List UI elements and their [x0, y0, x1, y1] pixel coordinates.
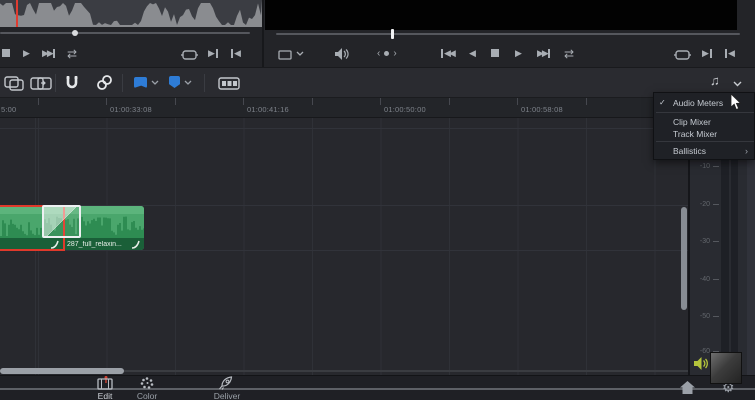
- meter-scale-label: -40: [699, 276, 710, 283]
- linked-selection-chain-icon[interactable]: [96, 74, 113, 91]
- next-clip-button[interactable]: ▶▶: [537, 49, 550, 58]
- stop-button[interactable]: [491, 49, 499, 57]
- replace-clip-icon[interactable]: [30, 76, 52, 91]
- go-to-end-button[interactable]: ▶: [702, 49, 712, 58]
- source-playhead[interactable]: [16, 0, 18, 27]
- go-to-start-button[interactable]: ◀: [725, 49, 735, 58]
- meter-scale-label: -60: [699, 348, 710, 355]
- meter-scale-label: -30: [699, 238, 710, 245]
- play-button[interactable]: ▶: [515, 49, 522, 58]
- timeline-ruler[interactable]: 5:00 01:00:33:08 01:00:41:16 01:00:50:00…: [0, 98, 755, 118]
- tab-edit-label: Edit: [97, 391, 113, 400]
- meters-chevron-down-icon[interactable]: [733, 81, 742, 87]
- meter-scale-label: -50: [699, 313, 710, 320]
- next-clip-button[interactable]: ▶▶: [42, 49, 55, 58]
- audio-fade-curve-icon: [50, 240, 59, 249]
- timecode-label: 01:00:41:16: [247, 105, 289, 114]
- timeline-viewer-playhead[interactable]: [391, 29, 394, 39]
- flag-button[interactable]: [134, 77, 147, 88]
- stop-button[interactable]: [2, 49, 10, 57]
- presenter-thumbnail: [710, 352, 742, 384]
- menu-item-ballistics[interactable]: Ballistics ›: [654, 144, 754, 157]
- source-viewer-panel: ▶ ▶▶ ⇄ ▶ ◀: [0, 0, 263, 67]
- go-to-end-button[interactable]: ▶: [208, 49, 218, 58]
- audio-meters-music-icon[interactable]: ♫: [710, 73, 720, 88]
- meter-scale-label: -20: [699, 201, 710, 208]
- source-scrubber-handle[interactable]: [72, 30, 78, 36]
- davinci-resolve-edit-page: ▶ ▶▶ ⇄ ▶ ◀ ‹ › ◀◀ ◀ ▶ ▶▶ ⇄ ▶ ◀ ♫ 5:00 01…: [0, 0, 755, 400]
- chevron-down-icon[interactable]: [296, 51, 304, 56]
- snapping-magnet-icon[interactable]: [64, 74, 80, 91]
- menu-item-track-mixer[interactable]: Track Mixer: [654, 127, 754, 140]
- overlay-clip-icon[interactable]: [4, 76, 26, 91]
- marker-chevron-down-icon[interactable]: [184, 80, 192, 85]
- previous-clip-button[interactable]: ◀◀: [441, 49, 456, 58]
- step-back-button[interactable]: ◀: [469, 49, 476, 58]
- horizontal-scrollbar[interactable]: [0, 368, 124, 374]
- jog-control[interactable]: ‹ ›: [377, 48, 397, 59]
- mouse-cursor: [730, 94, 742, 111]
- source-scrubber[interactable]: [0, 32, 250, 34]
- clip-name: 287_full_relaxin...: [67, 240, 122, 248]
- timeline-viewer-scrubber[interactable]: [276, 33, 740, 35]
- timecode-label: 5:00: [1, 105, 17, 114]
- check-icon: ✓: [659, 98, 666, 107]
- timecode-label: 01:00:33:08: [110, 105, 152, 114]
- flag-chevron-down-icon[interactable]: [151, 80, 159, 85]
- go-to-start-button[interactable]: ◀: [231, 49, 241, 58]
- timeline-viewer-panel: ‹ › ◀◀ ◀ ▶ ▶▶ ⇄ ▶ ◀: [263, 0, 755, 67]
- timeline-toolbar: − +: [0, 67, 755, 157]
- panel-divider: [262, 0, 264, 67]
- match-frame-icon[interactable]: [674, 50, 691, 60]
- tab-edit[interactable]: Edit: [83, 376, 127, 400]
- audio-fade-curve-icon: [131, 240, 140, 249]
- marker-button[interactable]: [169, 76, 180, 88]
- loop-button[interactable]: ⇄: [67, 47, 77, 61]
- speaker-icon[interactable]: [335, 48, 349, 60]
- timecode-label: 01:00:50:00: [384, 105, 426, 114]
- deliver-rocket-icon: [219, 376, 233, 390]
- timeline-viewer-video: [265, 0, 737, 30]
- meter-speaker-icon[interactable]: [694, 357, 709, 370]
- play-button[interactable]: ▶: [23, 49, 30, 58]
- tab-color[interactable]: Color: [125, 376, 169, 400]
- timecode-label: 01:00:58:08: [521, 105, 563, 114]
- loop-button[interactable]: ⇄: [564, 47, 574, 61]
- color-dots-icon: [140, 377, 154, 389]
- cross-fade-transition[interactable]: [42, 205, 81, 238]
- vertical-scrollbar[interactable]: [681, 207, 687, 310]
- home-icon[interactable]: [680, 381, 695, 394]
- tab-deliver-label: Deliver: [213, 391, 241, 400]
- tab-deliver[interactable]: Deliver: [205, 376, 249, 400]
- match-frame-icon[interactable]: [181, 50, 198, 60]
- timeline-view-options-icon[interactable]: [218, 77, 240, 90]
- meter-scale-label: -10: [699, 163, 710, 170]
- viewer-mode-icon[interactable]: [278, 50, 292, 60]
- source-audio-waveform: [0, 0, 262, 27]
- edit-filmstrip-icon: [97, 376, 113, 390]
- tab-color-label: Color: [136, 391, 158, 400]
- submenu-arrow-icon: ›: [745, 145, 748, 156]
